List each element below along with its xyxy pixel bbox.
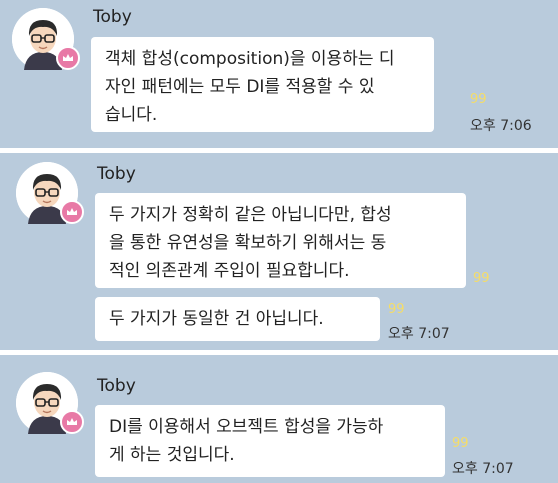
message-time: 오후 7:06: [470, 118, 532, 134]
message-line: 두 가지가 동일한 건 아닙니다.: [109, 309, 324, 329]
message-line: 게 하는 것입니다.: [109, 445, 235, 465]
message-bubble[interactable]: 두 가지가 동일한 건 아닙니다.: [95, 297, 380, 341]
message-time: 오후 7:07: [452, 461, 514, 477]
avatar[interactable]: [16, 372, 84, 434]
message-line: 적인 의존관계 주입이 필요합니다.: [109, 261, 350, 281]
message-line: 습니다.: [105, 105, 158, 125]
avatar[interactable]: [16, 162, 84, 224]
unread-count: 99: [473, 271, 490, 286]
message-line: 객체 합성(composition)을 이용하는 디: [105, 49, 395, 69]
message-line: 을 통한 유연성을 확보하기 위해서는 동: [109, 233, 387, 253]
message-time: 오후 7:07: [388, 326, 450, 342]
message-bubble[interactable]: 객체 합성(composition)을 이용하는 디 자인 패턴에는 모두 DI…: [91, 37, 434, 132]
unread-count: 99: [470, 92, 487, 107]
crown-badge-icon: [60, 200, 84, 224]
avatar[interactable]: [12, 8, 80, 70]
unread-count: 99: [452, 436, 469, 451]
sender-name: Toby: [97, 376, 136, 396]
message-line: 두 가지가 정확히 같은 아닙니다만, 합성: [109, 205, 392, 225]
crown-badge-icon: [56, 46, 80, 70]
unread-count: 99: [388, 302, 405, 317]
message-line: DI를 이용해서 오브젝트 합성을 가능하: [109, 417, 384, 437]
sender-name: Toby: [93, 7, 132, 27]
crown-badge-icon: [60, 410, 84, 434]
message-bubble[interactable]: 두 가지가 정확히 같은 아닙니다만, 합성 을 통한 유연성을 확보하기 위해…: [95, 193, 466, 288]
sender-name: Toby: [97, 164, 136, 184]
chat-divider: [0, 350, 558, 355]
chat-divider: [0, 148, 558, 153]
message-line: 자인 패턴에는 모두 DI를 적용할 수 있: [105, 77, 375, 97]
message-bubble[interactable]: DI를 이용해서 오브젝트 합성을 가능하 게 하는 것입니다.: [95, 405, 445, 477]
